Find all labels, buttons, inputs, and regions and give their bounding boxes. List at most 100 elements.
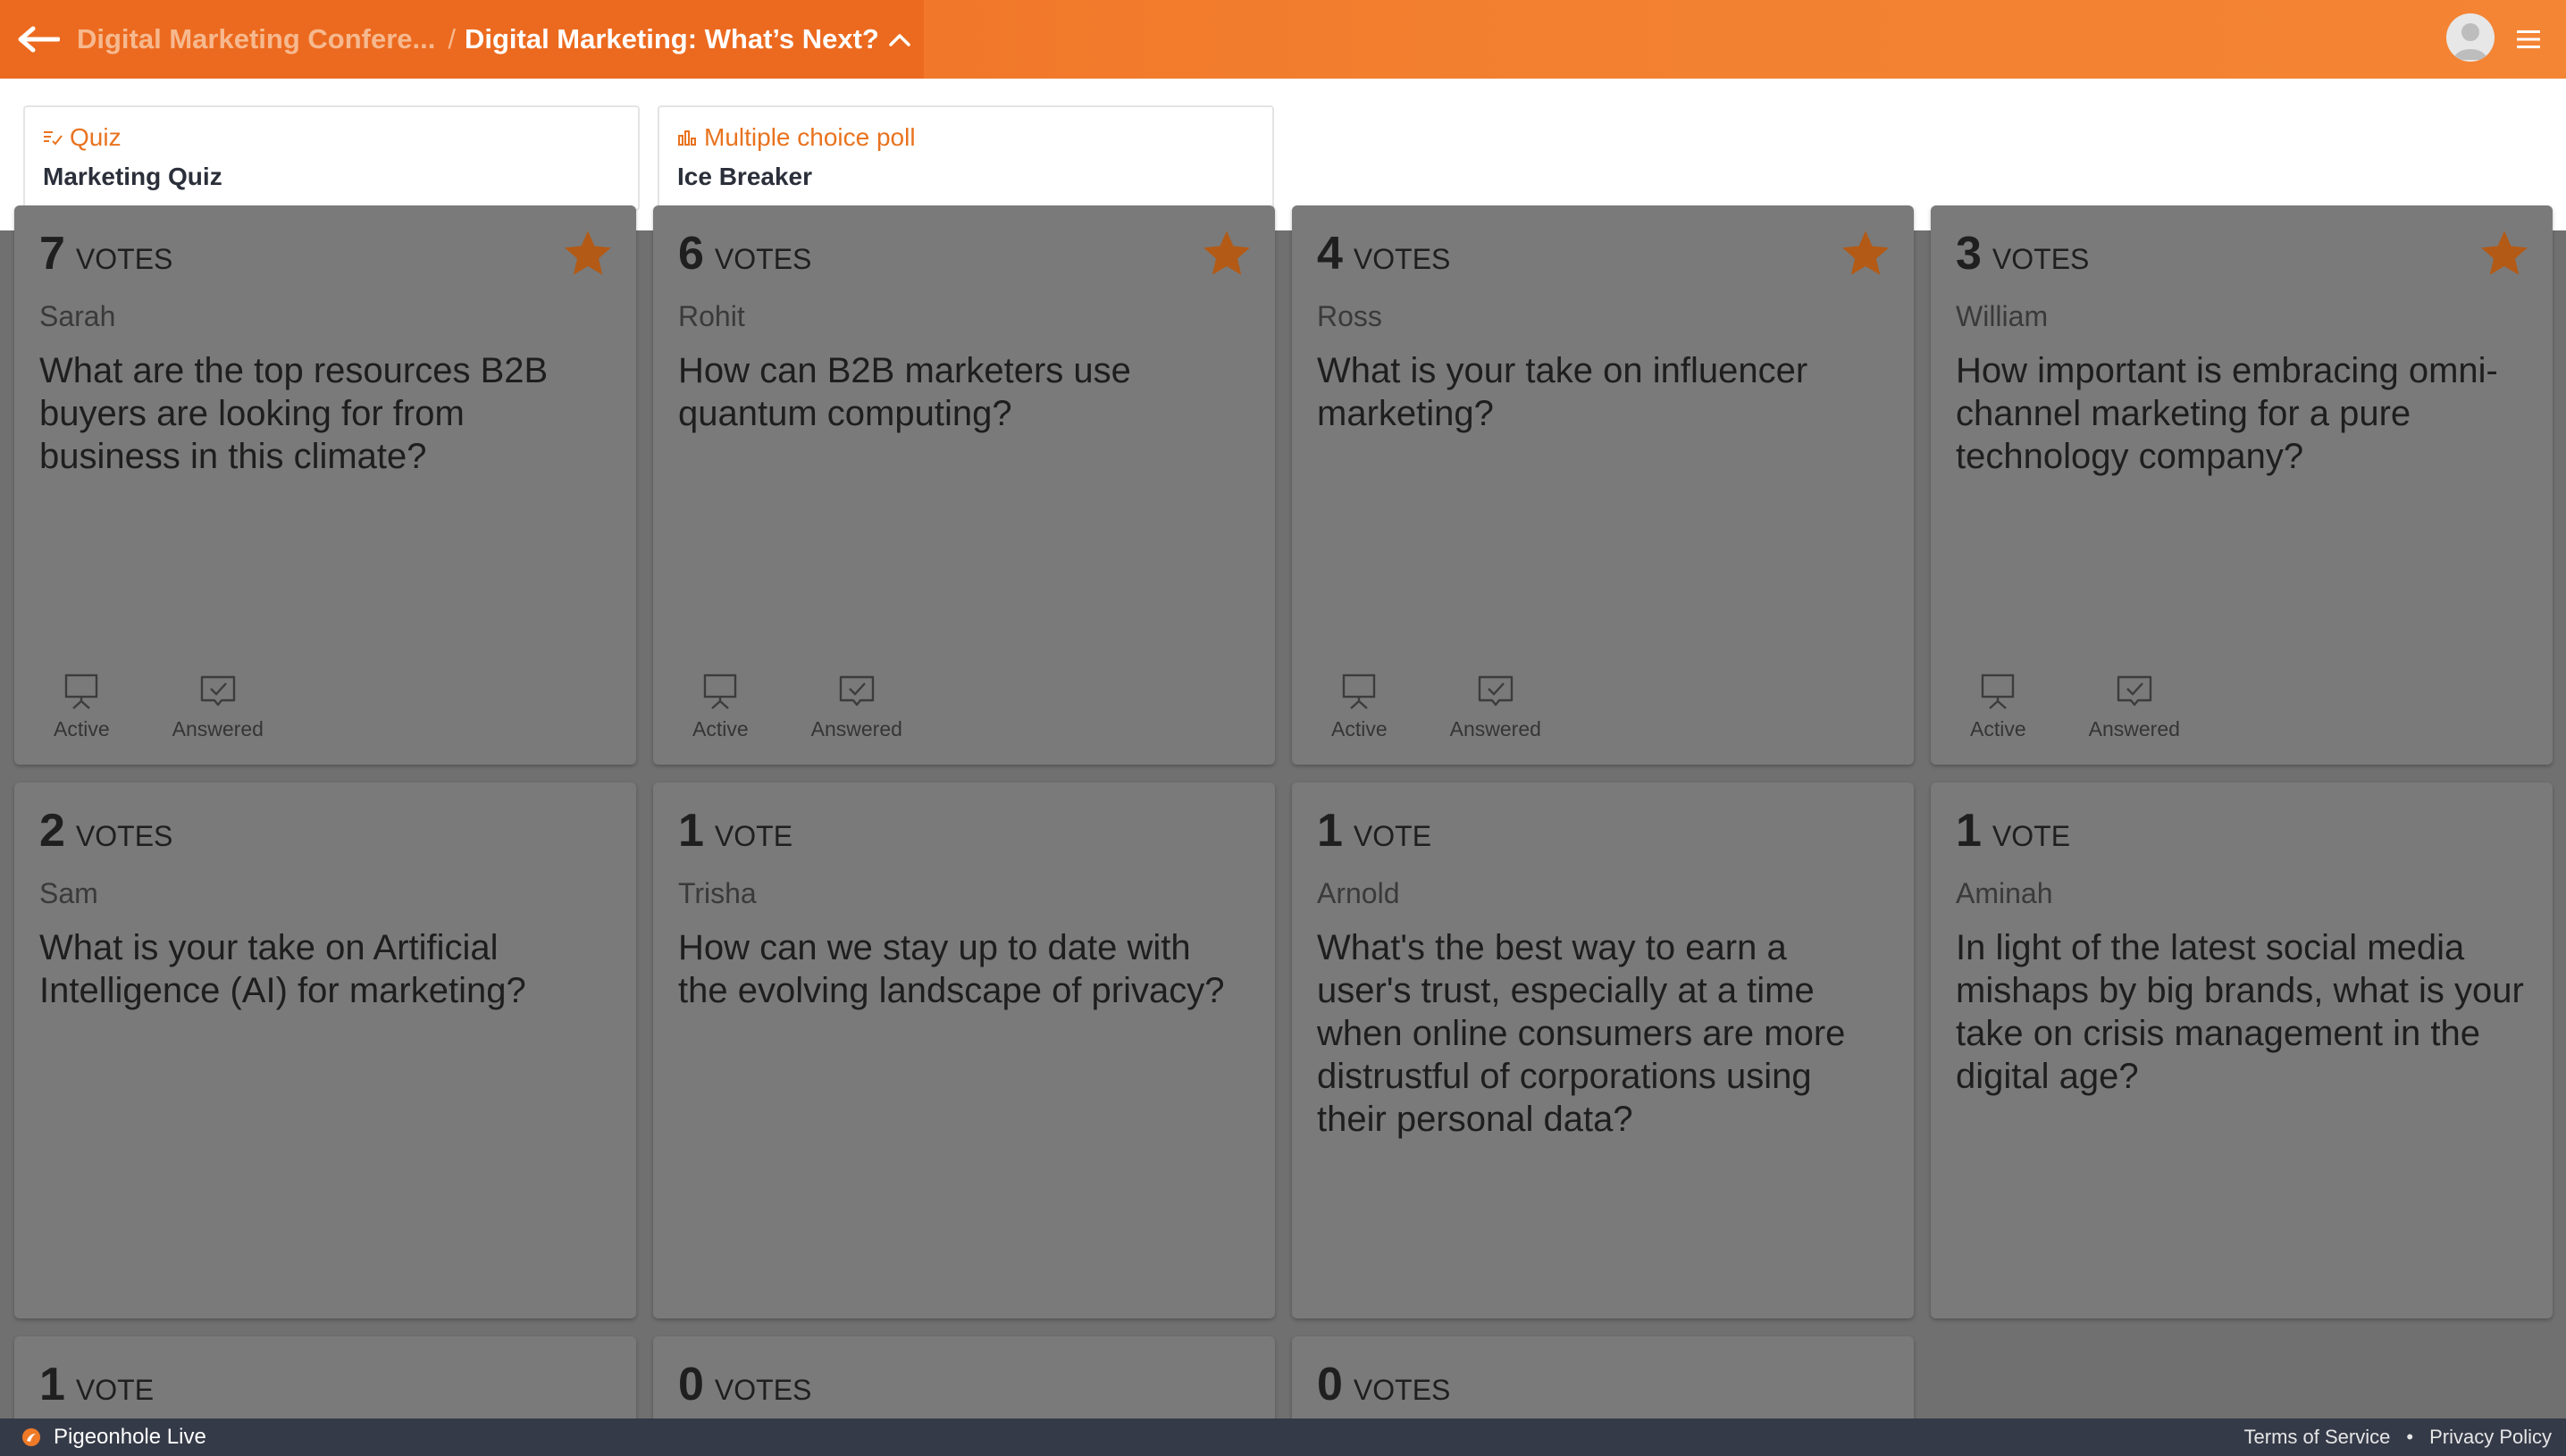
breadcrumb: Digital Marketing Confere... / Digital M… (0, 0, 924, 79)
question-text: How important is embracing omni-channel … (1956, 351, 2498, 476)
poll-icon (678, 130, 696, 146)
mark-answered-button[interactable]: Answered (811, 673, 902, 741)
vote-count: 1 (39, 1359, 65, 1410)
star-icon[interactable] (1200, 227, 1254, 280)
question-author: Arnold (1317, 877, 1400, 909)
vote-label: VOTE (1353, 820, 1432, 852)
vote-label: VOTES (1353, 1374, 1451, 1406)
vote-count: 3 (1956, 228, 1982, 280)
mark-active-button[interactable]: Active (692, 673, 749, 741)
question-card[interactable]: 6 VOTES Rohit How can B2B marketers use q… (653, 205, 1275, 765)
star-icon[interactable] (561, 227, 615, 280)
star-icon[interactable] (1839, 227, 1892, 280)
question-card[interactable]: 1 VOTE Arnold What's the best way to earn… (1292, 782, 1914, 1318)
privacy-policy-link[interactable]: Privacy Policy (2429, 1426, 2552, 1449)
question-card[interactable]: 1 VOTE Trisha How can we stay up to date … (653, 782, 1275, 1318)
chat-check-icon (839, 675, 874, 707)
vote-label: VOTES (1992, 243, 2090, 275)
vote-count: 4 (1317, 228, 1343, 280)
question-text: What is your take on Artificial Intellig… (39, 928, 526, 1010)
star-icon[interactable] (2478, 227, 2531, 280)
question-card[interactable]: 2 VOTES Sam What is your take on Artifici… (14, 782, 636, 1318)
question-author: William (1956, 300, 2049, 332)
question-text: What is your take on influencer marketin… (1317, 351, 1808, 433)
mark-active-button[interactable]: Active (1970, 673, 2026, 741)
activity-type-label: Quiz (70, 123, 122, 151)
presentation-icon (1982, 674, 2015, 709)
vote-label: VOTE (1992, 820, 2071, 852)
vote-label: VOTES (75, 243, 173, 275)
activity-title: Ice Breaker (677, 163, 813, 190)
vote-count: 7 (39, 228, 65, 280)
menu-icon (2517, 30, 2540, 48)
activity-title: Marketing Quiz (43, 163, 222, 190)
chat-check-icon (2117, 675, 2151, 707)
chevron-up-icon[interactable] (888, 31, 911, 47)
question-author: Trisha (678, 877, 757, 909)
question-text: What are the top resources B2B buyers ar… (39, 351, 549, 476)
question-card[interactable]: 7 VOTES Sarah What are the top resources … (14, 205, 636, 765)
active-label: Active (1970, 717, 2026, 741)
question-card[interactable]: 3 VOTES William How important is embracin… (1931, 205, 2553, 765)
vote-count: 0 (1317, 1359, 1343, 1410)
avatar[interactable] (2446, 13, 2495, 62)
vote-count: 1 (1317, 805, 1343, 857)
answered-label: Answered (810, 717, 902, 741)
pigeonhole-logo-icon (22, 1428, 40, 1446)
breadcrumb-current-session[interactable]: Digital Marketing: What’s Next? (465, 23, 879, 55)
answered-label: Answered (1449, 717, 1541, 741)
breadcrumb-parent-link[interactable]: Digital Marketing Confere... (77, 23, 435, 55)
breadcrumb-separator: / (448, 23, 456, 54)
terms-of-service-link[interactable]: Terms of Service (2244, 1426, 2391, 1449)
back-button[interactable] (0, 0, 77, 79)
presentation-icon (704, 674, 737, 709)
question-author: Ross (1317, 300, 1382, 332)
mark-active-button[interactable]: Active (54, 673, 110, 741)
activity-card-poll[interactable]: Multiple choice poll Ice Breaker (658, 105, 1274, 211)
chat-check-icon (1478, 675, 1513, 707)
question-author: Rohit (678, 300, 745, 332)
footer-bullet: • (2406, 1426, 2414, 1448)
question-text: In light of the latest social media mish… (1956, 928, 2524, 1096)
question-text: How can we stay up to date with the evol… (678, 928, 1225, 1010)
question-author: Sam (39, 877, 98, 909)
hamburger-menu-button[interactable] (2512, 23, 2545, 55)
vote-count: 6 (678, 228, 704, 280)
answered-label: Answered (2088, 717, 2180, 741)
question-card[interactable]: 1 VOTE Aminah In light of the latest soci… (1931, 782, 2553, 1318)
vote-label: VOTE (75, 1374, 155, 1406)
active-label: Active (1331, 717, 1388, 741)
mark-answered-button[interactable]: Answered (1450, 673, 1541, 741)
footer-brand: Pigeonhole Live (54, 1425, 206, 1449)
mark-active-button[interactable]: Active (1331, 673, 1388, 741)
vote-label: VOTE (714, 820, 793, 852)
vote-label: VOTES (75, 820, 173, 852)
vote-count: 1 (1956, 805, 1982, 857)
vote-label: VOTES (714, 1374, 812, 1406)
arrow-left-icon (18, 26, 60, 53)
question-card[interactable]: 4 VOTES Ross What is your take on influen… (1292, 205, 1914, 765)
user-icon (2453, 23, 2487, 60)
vote-count: 0 (678, 1359, 704, 1410)
chat-check-icon (200, 675, 235, 707)
vote-label: VOTES (714, 243, 812, 275)
question-author: Sarah (39, 300, 116, 332)
activity-type-label: Multiple choice poll (704, 123, 916, 151)
active-label: Active (692, 717, 749, 741)
footer: Pigeonhole Live Terms of Service • Priva… (0, 1418, 2566, 1456)
activity-card-quiz[interactable]: Quiz Marketing Quiz (23, 105, 640, 211)
vote-count: 2 (39, 805, 65, 857)
presentation-icon (1343, 674, 1376, 709)
mark-answered-button[interactable]: Answered (172, 673, 264, 741)
mark-answered-button[interactable]: Answered (2089, 673, 2180, 741)
active-label: Active (54, 717, 110, 741)
quiz-icon (44, 131, 63, 146)
vote-label: VOTES (1353, 243, 1451, 275)
question-author: Aminah (1956, 877, 2053, 909)
top-bar: Digital Marketing Confere... / Digital M… (0, 0, 2566, 79)
presentation-icon (65, 674, 98, 709)
vote-count: 1 (678, 805, 704, 857)
question-text: How can B2B marketers use quantum comput… (678, 351, 1131, 433)
question-text: What's the best way to earn a user's tru… (1317, 928, 1846, 1139)
answered-label: Answered (172, 717, 264, 741)
